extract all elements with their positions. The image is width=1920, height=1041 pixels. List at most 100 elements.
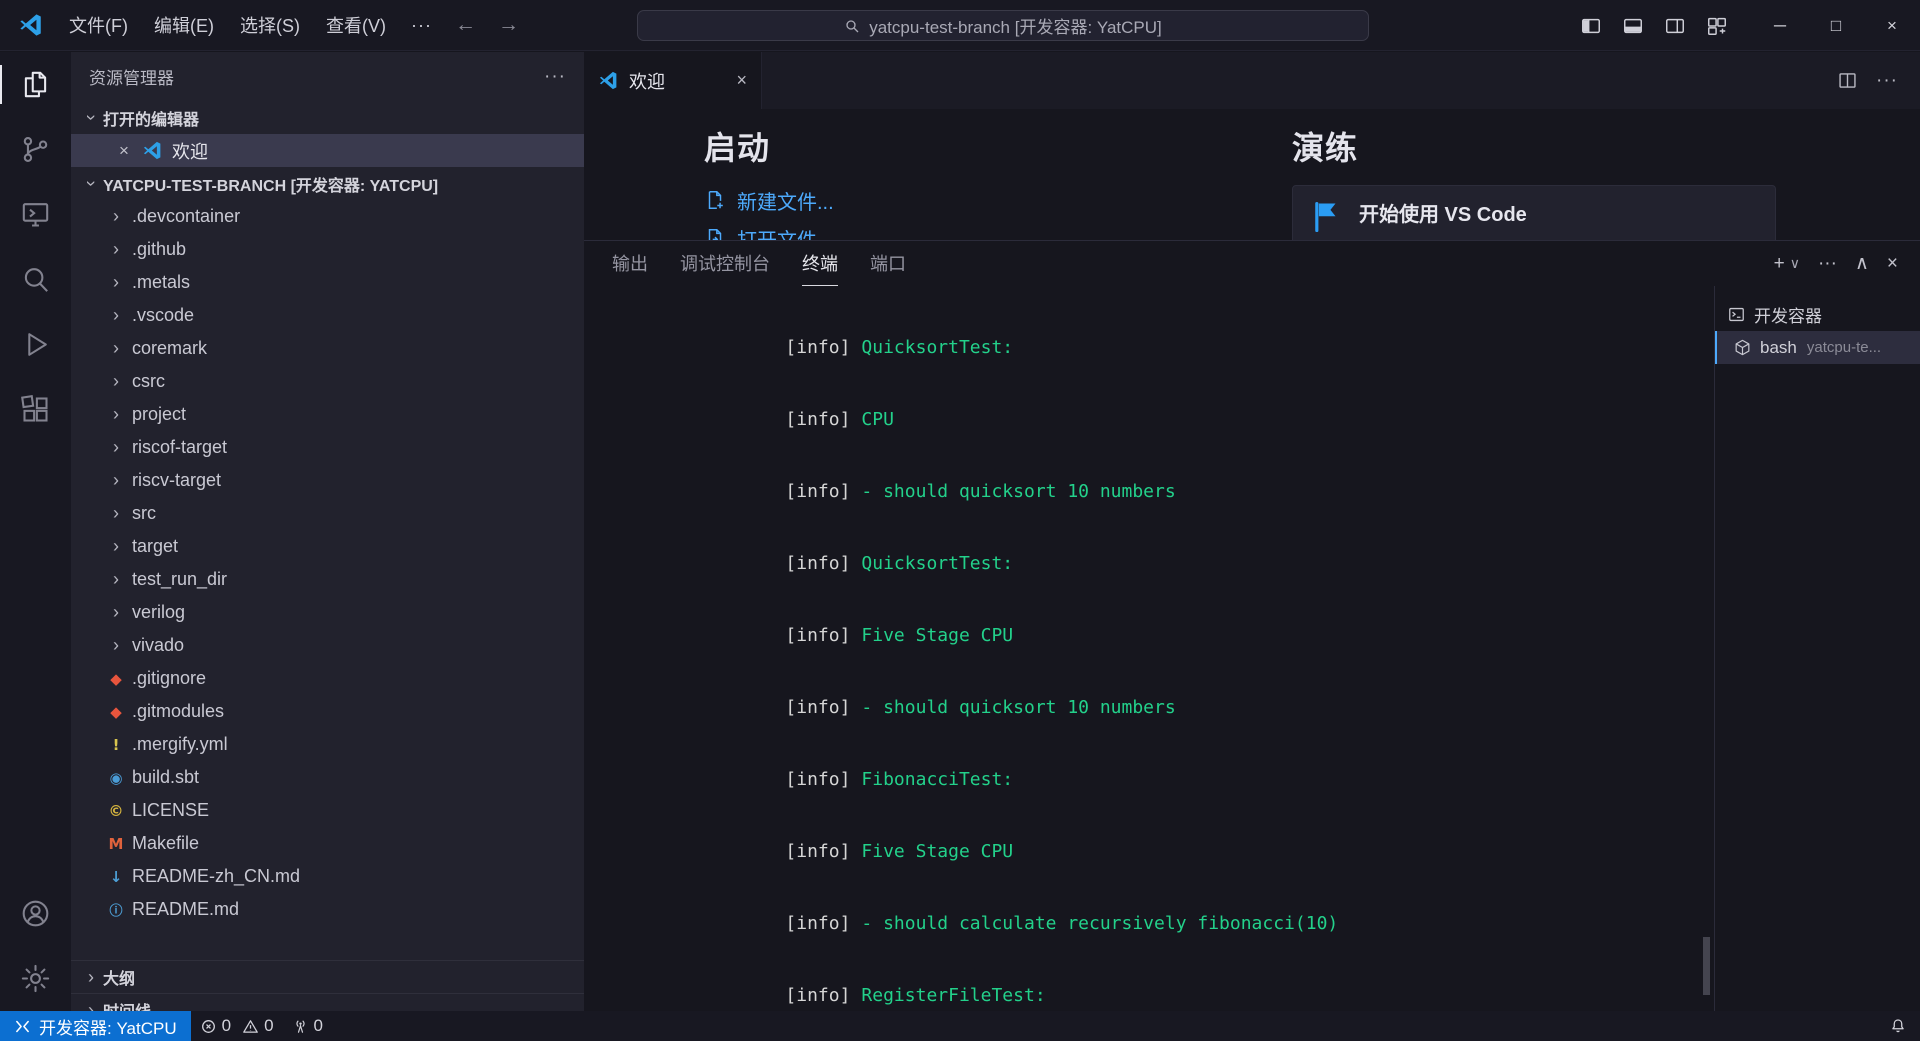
activitybar-run-debug-icon[interactable] [0,312,71,377]
folder-item[interactable]: test_run_dir [71,563,584,596]
close-window-button[interactable]: × [1864,0,1920,51]
file-item[interactable]: ↓ README-zh_CN.md [71,860,584,893]
walkthroughs-heading: 演练 [1292,123,1792,169]
project-section-header[interactable]: YATCPU-TEST-BRANCH [开发容器: YATCPU] [71,167,584,200]
new-terminal-button[interactable]: + ∨ [1774,253,1800,275]
outline-section-header[interactable]: 大纲 [71,960,584,993]
terminal-line: [info]- should quicksort 10 numbers [612,672,1714,744]
file-icon: ⓘ [104,900,128,919]
terminal-line: [info]Five Stage CPU [612,816,1714,888]
chevron-right-icon [104,635,128,656]
menu-bar: 文件(F) 编辑(E) 选择(S) 查看(V) [56,7,399,43]
panel-tab[interactable]: 调试控制台 [680,241,770,286]
terminal-line: [info]CPU [612,384,1714,456]
activitybar-settings-gear-icon[interactable] [0,946,71,1011]
menu-item[interactable]: 编辑(E) [141,7,227,43]
activitybar-explorer-icon[interactable] [0,52,71,117]
toggle-secondary-sidebar-icon[interactable] [1664,15,1686,37]
folder-item[interactable]: vivado [71,629,584,662]
maximize-panel-icon[interactable]: ∧ [1855,252,1869,275]
folder-item[interactable]: .metals [71,266,584,299]
editor-more-actions-icon[interactable]: ··· [1876,70,1898,92]
notifications-bell-icon[interactable] [1876,1011,1920,1041]
vscode-file-icon [598,70,619,91]
title-bar: 文件(F) 编辑(E) 选择(S) 查看(V) ··· ← → yatcpu-t… [0,0,1920,51]
panel-tab[interactable]: 输出 [612,241,648,286]
sidebar-more-actions-icon[interactable]: ··· [544,66,566,88]
folder-item[interactable]: coremark [71,332,584,365]
close-tab-icon[interactable]: × [736,70,747,91]
activitybar-source-control-icon[interactable] [0,117,71,182]
file-item[interactable]: ◆ .gitmodules [71,695,584,728]
split-editor-icon[interactable] [1837,70,1858,91]
tab-welcome[interactable]: 欢迎 × [584,52,762,109]
folder-item[interactable]: src [71,497,584,530]
file-item[interactable]: ! .mergify.yml [71,728,584,761]
search-icon [844,18,860,34]
timeline-section-header[interactable]: 时间线 [71,993,584,1011]
terminal-output[interactable]: [info]QuicksortTest: [info]CPU [info]- s… [584,286,1714,1011]
card-title: 开始使用 VS Code [1359,198,1663,227]
toggle-sidebar-icon[interactable] [1580,15,1602,37]
terminal-line: [info]RegisterFileTest: [612,960,1714,1011]
getting-started-card[interactable]: 开始使用 VS Code 掌握最基本的自定义方法，使用你的最爱… [1292,185,1776,240]
file-item[interactable]: ⓘ README.md [71,893,584,926]
new-file-icon [704,189,726,211]
remote-indicator[interactable]: 开发容器: YatCPU [0,1011,191,1041]
chevron-right-icon [104,206,128,227]
customize-layout-icon[interactable] [1706,15,1728,37]
menu-item[interactable]: 查看(V) [313,7,399,43]
folder-item[interactable]: .vscode [71,299,584,332]
ports-indicator[interactable]: 0 [283,1011,332,1041]
activitybar-search-icon[interactable] [0,247,71,312]
terminal-profile-chevron-icon[interactable]: ∨ [1790,255,1800,272]
minimize-button[interactable]: ─ [1752,0,1808,51]
container-cube-icon [1733,338,1752,357]
panel-tab[interactable]: 终端 [802,241,838,286]
maximize-button[interactable]: □ [1808,0,1864,51]
chevron-right-icon [104,371,128,392]
terminal-scrollbar[interactable] [1703,937,1710,995]
terminal-item-bash[interactable]: bash yatcpu-te... [1715,331,1920,364]
toggle-panel-icon[interactable] [1622,15,1644,37]
chevron-right-icon [104,239,128,260]
activitybar-accounts-icon[interactable] [0,881,71,946]
panel-more-actions-icon[interactable]: ··· [1818,253,1837,275]
open-editors-section-header[interactable]: 打开的编辑器 [71,101,584,134]
panel-tab[interactable]: 端口 [870,241,906,286]
forward-arrow-icon[interactable]: → [487,13,530,37]
start-heading: 启动 [704,123,834,169]
command-center-search[interactable]: yatcpu-test-branch [开发容器: YatCPU] [637,10,1369,41]
menu-item[interactable]: 选择(S) [227,7,313,43]
file-item[interactable]: ◆ .gitignore [71,662,584,695]
folder-item[interactable]: target [71,530,584,563]
new-file-link[interactable]: 新建文件... [704,185,834,215]
folder-item[interactable]: verilog [71,596,584,629]
back-arrow-icon[interactable]: ← [444,13,487,37]
problems-indicator[interactable]: 0 0 [191,1011,283,1041]
activitybar-remote-explorer-icon[interactable] [0,182,71,247]
close-editor-icon[interactable]: × [115,141,133,161]
card-description: 掌握最基本的自定义方法，使用你的最爱… [1359,235,1663,240]
file-item[interactable]: ◉ build.sbt [71,761,584,794]
tab-title: 欢迎 [629,68,665,94]
file-item[interactable]: M Makefile [71,827,584,860]
file-item[interactable]: © LICENSE [71,794,584,827]
folder-item[interactable]: .devcontainer [71,200,584,233]
vscode-logo-icon [14,8,48,42]
folder-item[interactable]: project [71,398,584,431]
close-panel-icon[interactable]: × [1887,253,1898,275]
activitybar-extensions-icon[interactable] [0,377,71,442]
editor-area: 欢迎 × ··· 启动 [584,52,1920,1011]
chevron-right-icon [104,602,128,623]
open-file-link[interactable]: 打开文件 [704,223,834,240]
folder-item[interactable]: riscof-target [71,431,584,464]
terminal-group-devcontainer[interactable]: 开发容器 [1715,298,1920,331]
terminal-icon [1727,305,1746,324]
folder-item[interactable]: .github [71,233,584,266]
open-editor-welcome[interactable]: × 欢迎 [71,134,584,167]
folder-item[interactable]: csrc [71,365,584,398]
folder-item[interactable]: riscv-target [71,464,584,497]
menu-item[interactable]: 文件(F) [56,7,141,43]
menu-overflow-icon[interactable]: ··· [399,10,444,41]
